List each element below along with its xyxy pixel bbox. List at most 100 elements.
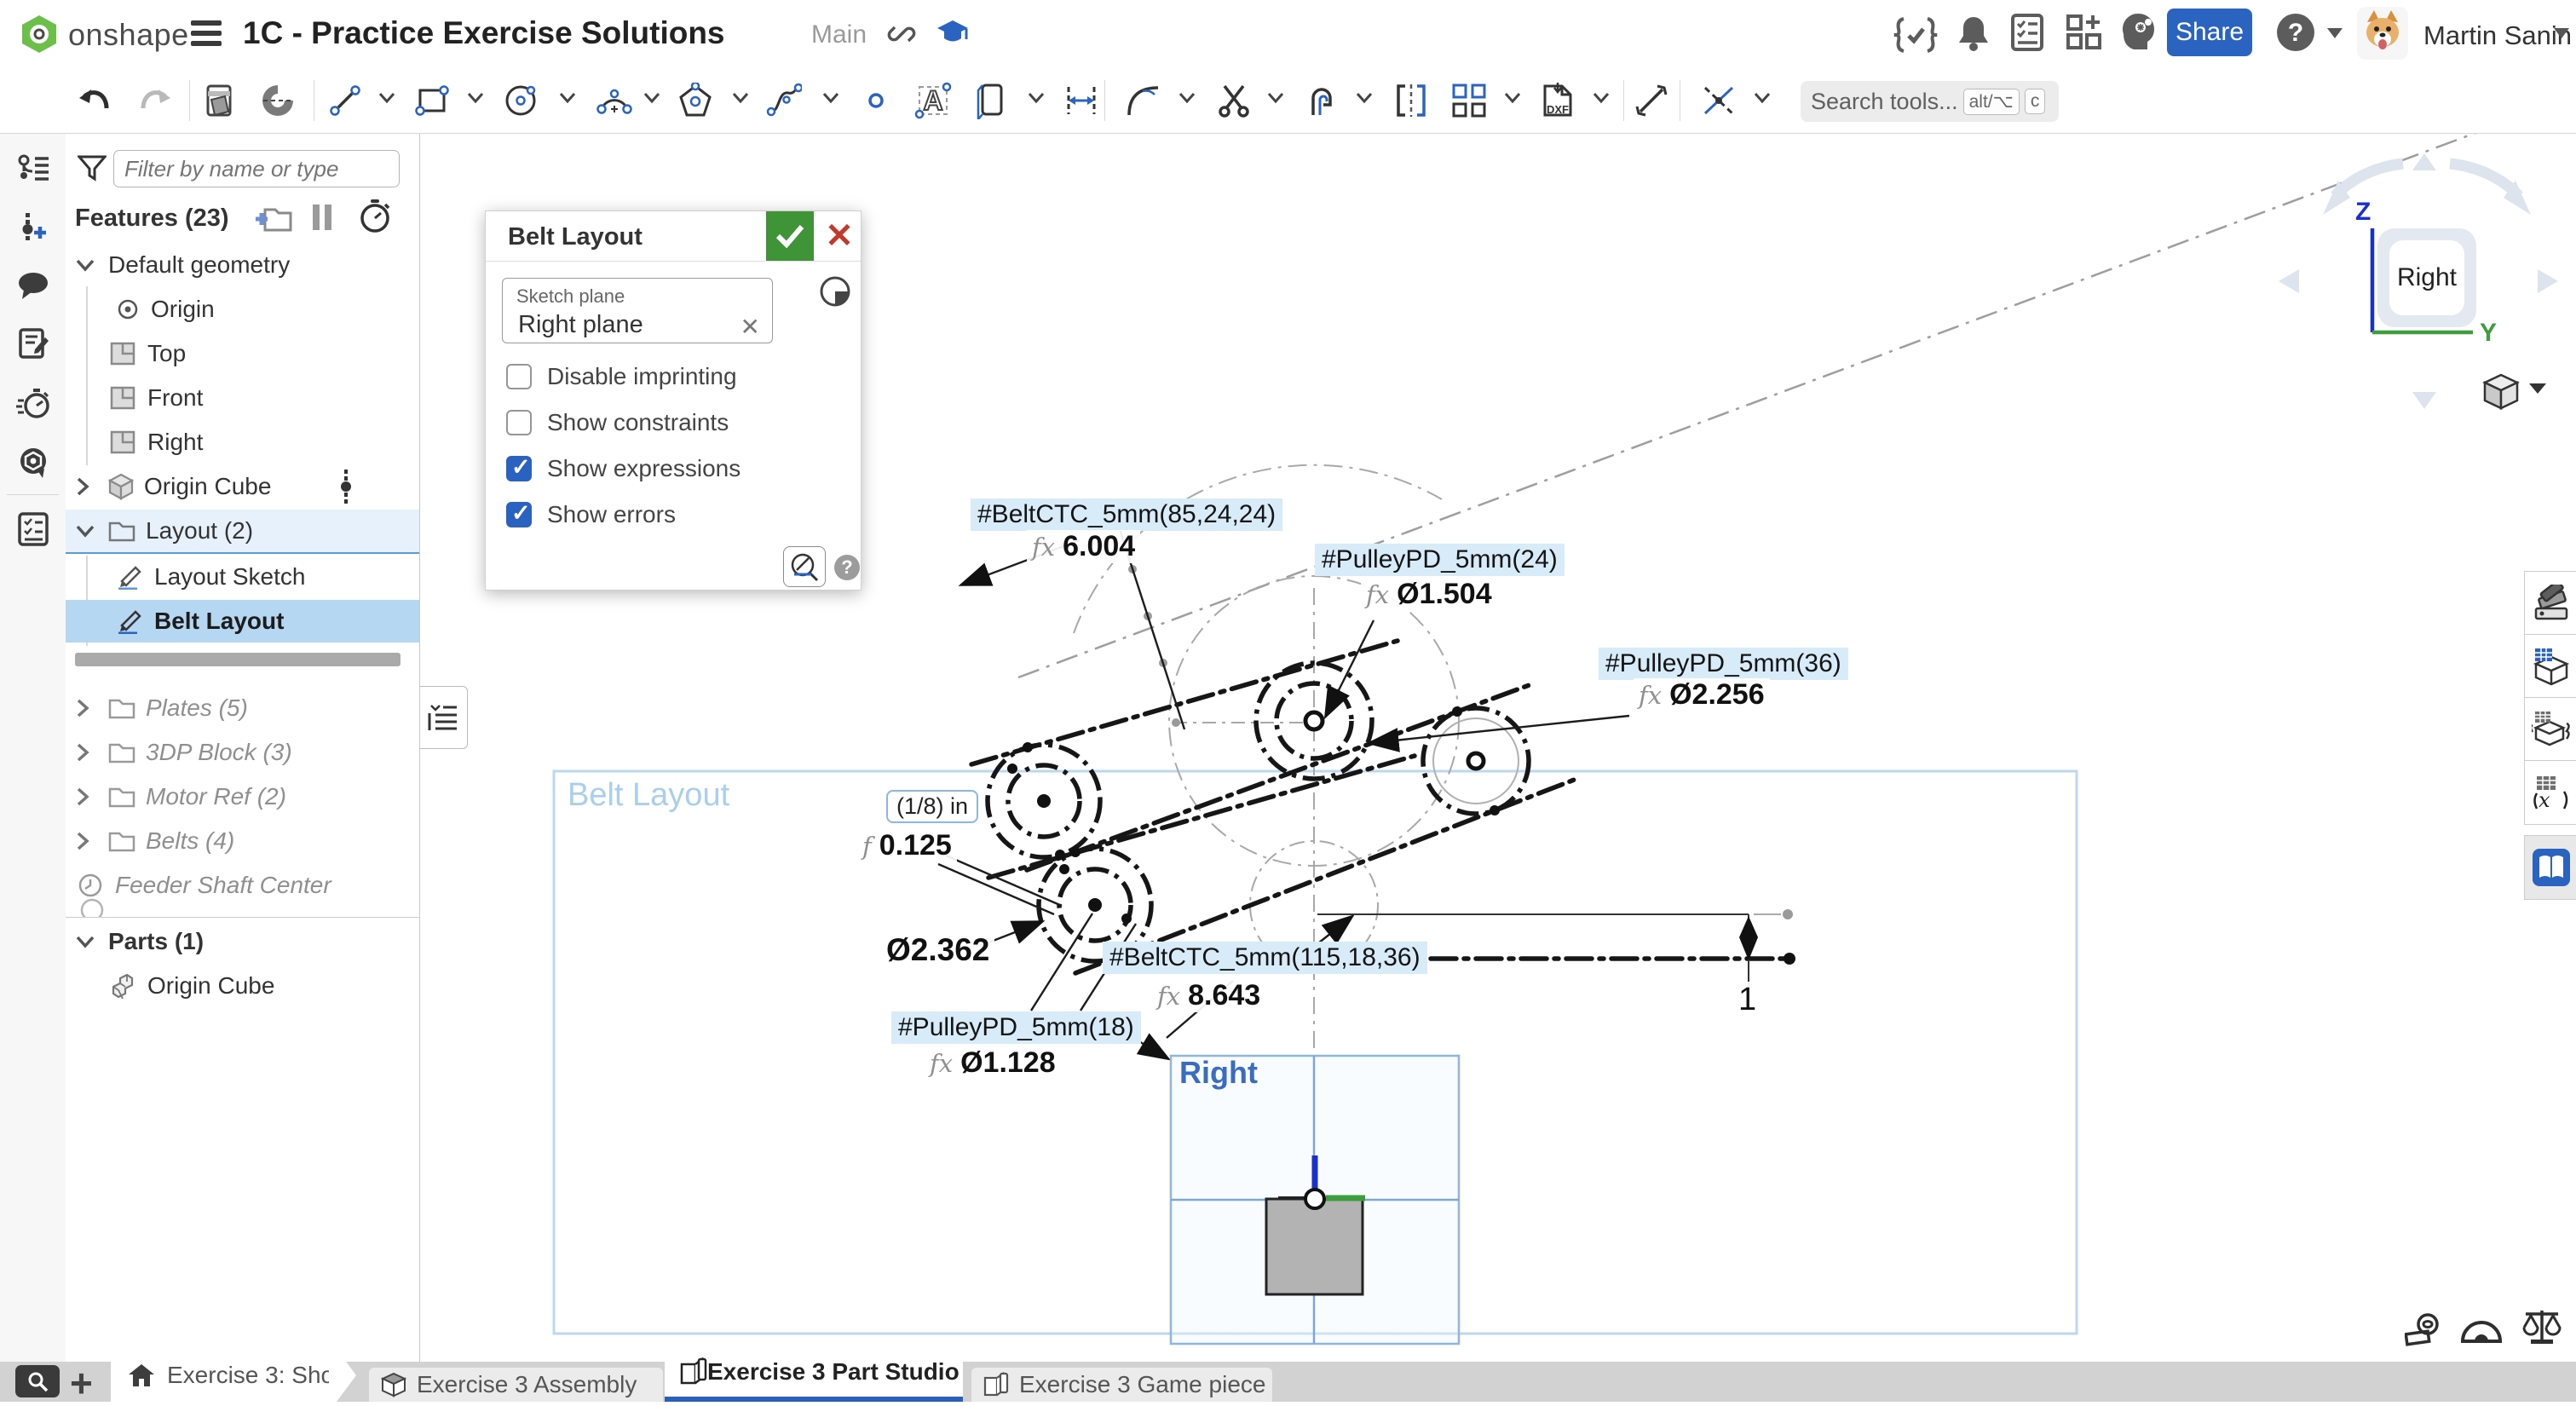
dialog-checkbox-3[interactable] bbox=[506, 502, 532, 527]
trim-tool[interactable] bbox=[1212, 78, 1256, 123]
dialog-accept-button[interactable] bbox=[766, 211, 814, 261]
featurescript-icon[interactable] bbox=[1893, 15, 1938, 55]
slot-tool-caret-icon[interactable] bbox=[1028, 92, 1045, 104]
dim-p36-expression[interactable]: #PulleyPD_5mm(36) bbox=[1599, 648, 1848, 680]
learning-center-icon[interactable] bbox=[936, 17, 970, 51]
dialog-checkbox-0[interactable] bbox=[506, 364, 532, 389]
onshape-logo-icon[interactable] bbox=[19, 14, 60, 55]
chevron-down-icon[interactable] bbox=[76, 258, 95, 272]
point-tool[interactable] bbox=[854, 78, 898, 123]
new-tab-button[interactable]: + bbox=[70, 1360, 93, 1406]
dim-p24-value[interactable]: fxØ1.504 bbox=[1361, 578, 1497, 611]
checkbox-row-disable-imprinting[interactable]: Disable imprinting bbox=[506, 363, 737, 390]
line-tool-caret-icon[interactable] bbox=[378, 92, 395, 104]
branch-name[interactable]: Main bbox=[811, 20, 867, 49]
feature-row-3dp-block-folder[interactable]: 3DP Block (3) bbox=[66, 731, 419, 774]
measure-tool[interactable] bbox=[1629, 78, 1674, 123]
link-icon[interactable] bbox=[886, 19, 917, 49]
versions-icon[interactable] bbox=[0, 143, 66, 193]
fillet-tool[interactable] bbox=[1121, 78, 1166, 123]
feature-row-feeder-shaft-center[interactable]: Feeder Shaft Center bbox=[66, 864, 419, 907]
regen-time-icon[interactable] bbox=[357, 198, 393, 233]
origin-cube-section[interactable] bbox=[1266, 1199, 1363, 1294]
mirror-tool[interactable] bbox=[1389, 78, 1433, 123]
feature-row-belt-layout[interactable]: Belt Layout bbox=[66, 600, 419, 642]
dim-belt2-expression[interactable]: #BeltCTC_5mm(115,18,36) bbox=[1103, 942, 1427, 974]
history-insert-icon[interactable] bbox=[0, 203, 66, 252]
rectangle-tool-caret-icon[interactable] bbox=[467, 92, 484, 104]
user-avatar[interactable] bbox=[2357, 7, 2408, 60]
mass-properties-icon[interactable] bbox=[2521, 1307, 2563, 1346]
dialog-checkbox-2[interactable] bbox=[506, 456, 532, 481]
rotate-right-arrow[interactable] bbox=[2538, 269, 2558, 293]
feature-row-right-plane[interactable]: Right bbox=[66, 421, 419, 464]
dim-belt1-expression[interactable]: #BeltCTC_5mm(85,24,24) bbox=[971, 498, 1282, 531]
view-mode-caret-icon[interactable] bbox=[2527, 382, 2548, 395]
user-caret-icon[interactable] bbox=[2553, 27, 2570, 39]
dim-p18-value[interactable]: fxØ1.128 bbox=[925, 1046, 1061, 1080]
view-cube-face[interactable]: Right bbox=[2377, 228, 2476, 327]
apps-store-icon[interactable] bbox=[2066, 14, 2103, 51]
dim-belt2-value[interactable]: fx8.643 bbox=[1152, 979, 1265, 1012]
offset-tool[interactable] bbox=[1302, 78, 1346, 123]
tape-measure-icon[interactable] bbox=[2405, 1312, 2442, 1350]
rotate-left-arrow[interactable] bbox=[2279, 269, 2299, 293]
filter-input[interactable] bbox=[113, 150, 400, 187]
pulley-circles[interactable] bbox=[988, 663, 1529, 961]
feedback-icon[interactable] bbox=[0, 438, 66, 487]
checkbox-row-show-expressions[interactable]: Show expressions bbox=[506, 455, 741, 482]
protractor-icon[interactable] bbox=[2459, 1309, 2504, 1346]
spline-tool[interactable] bbox=[762, 78, 806, 123]
rotate-up-arrow[interactable] bbox=[2412, 153, 2436, 170]
text-tool[interactable]: A bbox=[911, 78, 955, 123]
configurations-panel-button[interactable] bbox=[2524, 697, 2576, 762]
feature-row-motor-ref-folder[interactable]: Motor Ref (2) bbox=[66, 775, 419, 818]
trim-tool-caret-icon[interactable] bbox=[1267, 92, 1284, 104]
extrude-tool[interactable] bbox=[198, 78, 242, 123]
chevron-right-icon[interactable] bbox=[76, 477, 89, 496]
feature-row-top-plane[interactable]: Top bbox=[66, 332, 419, 375]
user-name[interactable]: Martin Sanin bbox=[2423, 20, 2572, 51]
chevron-down-icon[interactable] bbox=[76, 935, 95, 948]
suspend-icon[interactable] bbox=[311, 203, 333, 232]
rotate-down-arrow[interactable] bbox=[2412, 392, 2436, 409]
dim-one-value[interactable]: 1 bbox=[1732, 982, 1763, 1018]
feature-row-origin[interactable]: Origin bbox=[66, 288, 419, 331]
dxf-import-tool[interactable]: DXF bbox=[1536, 78, 1580, 123]
notes-icon[interactable] bbox=[0, 319, 66, 368]
view-mode-cube-icon[interactable] bbox=[2481, 372, 2521, 411]
part-row-origin-cube[interactable]: Origin Cube bbox=[66, 965, 419, 1007]
polygon-tool[interactable] bbox=[673, 78, 717, 123]
search-tools-input[interactable]: Search tools... alt/⌥ c bbox=[1801, 81, 2059, 122]
chevron-down-icon[interactable] bbox=[76, 524, 95, 538]
chevron-right-icon[interactable] bbox=[76, 743, 89, 762]
checkbox-row-show-errors[interactable]: Show errors bbox=[506, 501, 676, 528]
tab-exercise3-assembly[interactable]: Exercise 3 Assembly bbox=[369, 1368, 663, 1402]
tasks-checklist-icon[interactable] bbox=[2011, 14, 2043, 51]
dim-p36-value[interactable]: fxØ2.256 bbox=[1634, 678, 1770, 712]
parts-section-header[interactable]: Parts (1) bbox=[66, 920, 419, 963]
add-folder-icon[interactable] bbox=[255, 203, 292, 233]
ai-assistant-icon[interactable] bbox=[2120, 12, 2158, 51]
final-state-pie-icon[interactable] bbox=[818, 274, 852, 308]
onshape-wordmark[interactable]: onshape bbox=[68, 17, 189, 53]
view-cube[interactable]: Right Z Y bbox=[2267, 136, 2576, 426]
feature-row-belts-folder[interactable]: Belts (4) bbox=[66, 820, 419, 862]
feature-row-front-plane[interactable]: Front bbox=[66, 377, 419, 419]
dim-eighth-expression[interactable]: (1/8) in bbox=[886, 790, 978, 823]
variables-panel-button[interactable]: x bbox=[2524, 760, 2576, 825]
custom-tables-panel-button[interactable] bbox=[2524, 634, 2576, 699]
dim-p18-expression[interactable]: #PulleyPD_5mm(18) bbox=[891, 1011, 1141, 1044]
feature-row-layout-sketch[interactable]: Layout Sketch bbox=[66, 556, 419, 598]
help-caret-icon[interactable] bbox=[2326, 27, 2343, 39]
dim-belt1-value[interactable]: fx6.004 bbox=[1027, 530, 1140, 563]
linear-pattern-tool[interactable] bbox=[1447, 78, 1491, 123]
checkbox-row-show-constraints[interactable]: Show constraints bbox=[506, 409, 729, 436]
dimension-tool[interactable] bbox=[1059, 78, 1104, 123]
checklist-panel-icon[interactable] bbox=[0, 504, 66, 554]
sketch-plane-field[interactable]: Sketch plane Right plane ✕ bbox=[502, 278, 773, 343]
hamburger-menu-icon[interactable] bbox=[191, 20, 222, 48]
fillet-tool-caret-icon[interactable] bbox=[1179, 92, 1196, 104]
tab-search-button[interactable] bbox=[15, 1365, 60, 1397]
view-normal-to-sketch-button[interactable] bbox=[783, 546, 826, 587]
